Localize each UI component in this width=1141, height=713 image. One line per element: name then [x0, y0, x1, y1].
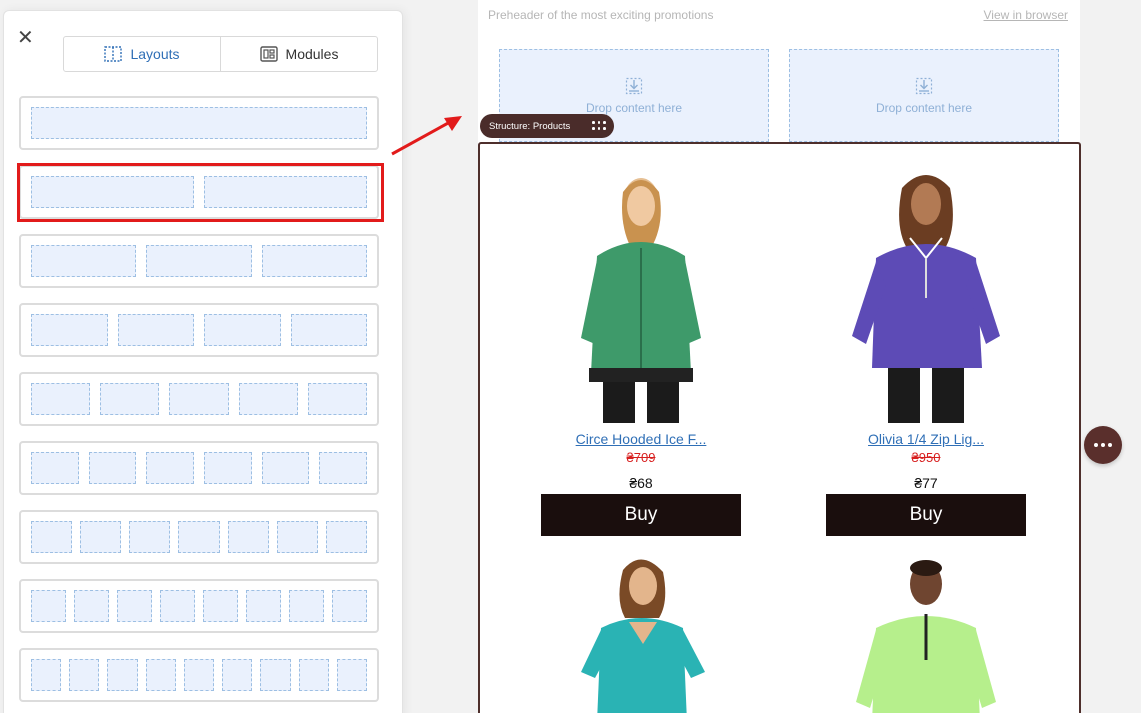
layout-column-placeholder	[260, 659, 291, 691]
product-photo-pullover	[852, 175, 1000, 423]
layout-column-placeholder	[117, 590, 152, 622]
product-photo-jacket	[581, 178, 701, 423]
product-price: ₴68	[629, 475, 653, 491]
product-card	[791, 552, 1061, 713]
layout-option-6-col[interactable]	[19, 441, 379, 495]
layout-column-placeholder	[80, 521, 122, 553]
close-icon[interactable]: ✕	[17, 28, 34, 48]
tab-layouts[interactable]: Layouts	[64, 37, 220, 71]
dot	[1108, 443, 1112, 447]
layout-column-placeholder	[178, 521, 220, 553]
layout-column-placeholder	[117, 314, 194, 346]
dot	[1101, 443, 1105, 447]
modules-icon	[259, 46, 278, 62]
layout-column-placeholder	[74, 590, 109, 622]
structure-tag-label: Structure: Products	[489, 120, 571, 132]
layout-option-2-col[interactable]	[19, 165, 379, 219]
product-card: Olivia 1/4 Zip Lig... ₴950 ₴77 Buy	[791, 168, 1061, 536]
more-options-button[interactable]	[1084, 426, 1122, 464]
layout-column-placeholder	[290, 314, 367, 346]
product-price: ₴77	[914, 475, 938, 491]
layout-column-placeholder	[307, 383, 368, 415]
tab-layouts-label: Layouts	[130, 46, 180, 62]
product-image[interactable]	[826, 168, 1026, 423]
panel-tabs: Layouts Modules	[63, 36, 378, 72]
pointer-arrow	[391, 116, 462, 156]
layout-column-placeholder	[69, 659, 100, 691]
product-image[interactable]	[541, 552, 741, 713]
layout-option-3-col[interactable]	[19, 234, 379, 288]
product-image[interactable]	[541, 168, 741, 423]
layout-column-placeholder	[31, 176, 194, 208]
dot	[1094, 443, 1098, 447]
layout-column-placeholder	[238, 383, 298, 415]
layout-column-placeholder	[261, 452, 310, 484]
layout-column-placeholder	[289, 590, 324, 622]
buy-button[interactable]: Buy	[826, 494, 1026, 536]
layout-column-placeholder	[31, 383, 91, 415]
layout-option-5-col[interactable]	[19, 372, 379, 426]
layout-column-placeholder	[31, 659, 62, 691]
layout-column-placeholder	[227, 521, 269, 553]
drop-icon	[625, 77, 643, 94]
layout-column-placeholder	[204, 176, 367, 208]
layout-column-placeholder	[31, 314, 108, 346]
layout-option-8-col[interactable]	[19, 579, 379, 633]
buy-button[interactable]: Buy	[541, 494, 741, 536]
layout-option-4-col[interactable]	[19, 303, 379, 357]
product-photo-tshirt	[581, 559, 705, 713]
layout-column-placeholder	[183, 659, 215, 691]
product-image[interactable]	[826, 552, 1026, 713]
layout-column-placeholder	[107, 659, 138, 691]
drop-zone-label: Drop content here	[875, 100, 973, 115]
product-old-price: ₴950	[911, 450, 941, 465]
layout-column-placeholder	[276, 521, 318, 553]
tab-modules[interactable]: Modules	[220, 37, 377, 71]
structure-tag[interactable]: Structure: Products	[480, 114, 614, 138]
layout-column-placeholder	[319, 452, 368, 484]
product-name-link[interactable]: Circe Hooded Ice F...	[506, 431, 776, 447]
layout-column-placeholder	[31, 452, 79, 484]
layout-column-placeholder	[336, 659, 367, 691]
product-card	[506, 552, 776, 713]
layout-column-placeholder	[31, 521, 73, 553]
product-photo-shirt	[856, 560, 996, 713]
layout-column-placeholder	[100, 383, 160, 415]
layout-option-7-col[interactable]	[19, 510, 379, 564]
product-old-price: ₴709	[626, 450, 656, 465]
layout-column-placeholder	[31, 107, 367, 139]
layout-column-placeholder	[261, 245, 367, 277]
layout-column-placeholder	[146, 452, 195, 484]
view-in-browser-link[interactable]: View in browser	[984, 8, 1068, 22]
layout-column-placeholder	[325, 521, 367, 553]
layout-column-placeholder	[88, 452, 137, 484]
products-structure[interactable]: Circe Hooded Ice F... ₴709 ₴68 Buy Olivi…	[478, 142, 1081, 713]
layout-option-1-col[interactable]	[19, 96, 379, 150]
drag-handle-icon[interactable]	[592, 121, 606, 131]
layout-option-9-col[interactable]	[19, 648, 379, 702]
drop-icon	[915, 77, 933, 94]
layout-column-placeholder	[169, 383, 229, 415]
product-card: Circe Hooded Ice F... ₴709 ₴68 Buy	[506, 168, 776, 536]
layouts-icon	[104, 46, 123, 62]
layout-column-placeholder	[204, 452, 252, 484]
drop-zone[interactable]: Drop content here	[789, 49, 1059, 142]
layout-column-placeholder	[246, 590, 281, 622]
tab-modules-label: Modules	[285, 46, 339, 62]
layout-column-placeholder	[203, 590, 238, 622]
layout-column-placeholder	[145, 659, 176, 691]
preheader-text: Preheader of the most exciting promotion…	[488, 8, 714, 22]
drop-zone-label: Drop content here	[585, 100, 683, 115]
layout-column-placeholder	[160, 590, 195, 622]
layout-column-placeholder	[31, 245, 137, 277]
product-name-link[interactable]: Olivia 1/4 Zip Lig...	[791, 431, 1061, 447]
layout-column-placeholder	[146, 245, 252, 277]
layout-column-placeholder	[298, 659, 329, 691]
layout-column-placeholder	[31, 590, 66, 622]
layout-column-placeholder	[204, 314, 281, 346]
layout-column-placeholder	[332, 590, 367, 622]
layout-column-placeholder	[222, 659, 253, 691]
layout-column-placeholder	[129, 521, 171, 553]
